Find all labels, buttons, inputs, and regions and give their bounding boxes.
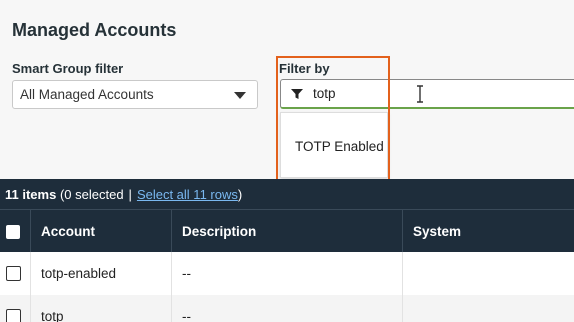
column-header-description[interactable]: Description <box>171 210 402 253</box>
description-cell: -- <box>171 295 402 322</box>
text-cursor-icon <box>417 85 423 103</box>
page-title: Managed Accounts <box>12 20 177 40</box>
filter-by-label: Filter by <box>279 61 330 76</box>
account-cell: totp-enabled <box>30 252 171 295</box>
row-checkbox-cell <box>0 252 30 295</box>
suggestion-totp-enabled[interactable]: TOTP Enabled <box>295 139 384 154</box>
select-all-checkbox[interactable] <box>6 224 20 239</box>
select-all-checkbox-cell <box>0 210 30 253</box>
system-cell <box>402 295 574 322</box>
smart-group-label: Smart Group filter <box>12 61 124 76</box>
select-all-link[interactable]: Select all 11 rows <box>137 187 238 202</box>
column-header-system[interactable]: System <box>402 210 574 253</box>
item-count: 11 items <box>5 186 57 202</box>
filter-suggestions: TOTP Enabled <box>280 112 388 178</box>
filter-icon <box>289 86 305 102</box>
summary-separator: | <box>128 186 132 202</box>
table-header: Account Description System <box>0 209 574 253</box>
filter-input[interactable]: totp <box>280 79 574 109</box>
system-cell <box>402 252 574 295</box>
smart-group-select[interactable]: All Managed Accounts <box>12 80 258 109</box>
description-cell: -- <box>171 252 402 295</box>
account-cell: totp <box>30 295 171 322</box>
row-checkbox[interactable] <box>6 309 21 322</box>
filter-value: totp <box>313 86 336 101</box>
table-row[interactable]: totp-enabled -- <box>0 252 574 295</box>
selection-summary: 11 items (0 selected | Select all 11 row… <box>0 179 574 209</box>
smart-group-value: All Managed Accounts <box>20 87 154 102</box>
row-checkbox-cell <box>0 295 30 322</box>
chevron-down-icon <box>234 92 246 99</box>
column-header-account[interactable]: Account <box>30 210 171 253</box>
summary-close: ) <box>237 186 243 202</box>
row-checkbox[interactable] <box>6 266 21 281</box>
table-row[interactable]: totp -- <box>0 295 574 322</box>
selected-count: (0 selected <box>59 186 124 202</box>
